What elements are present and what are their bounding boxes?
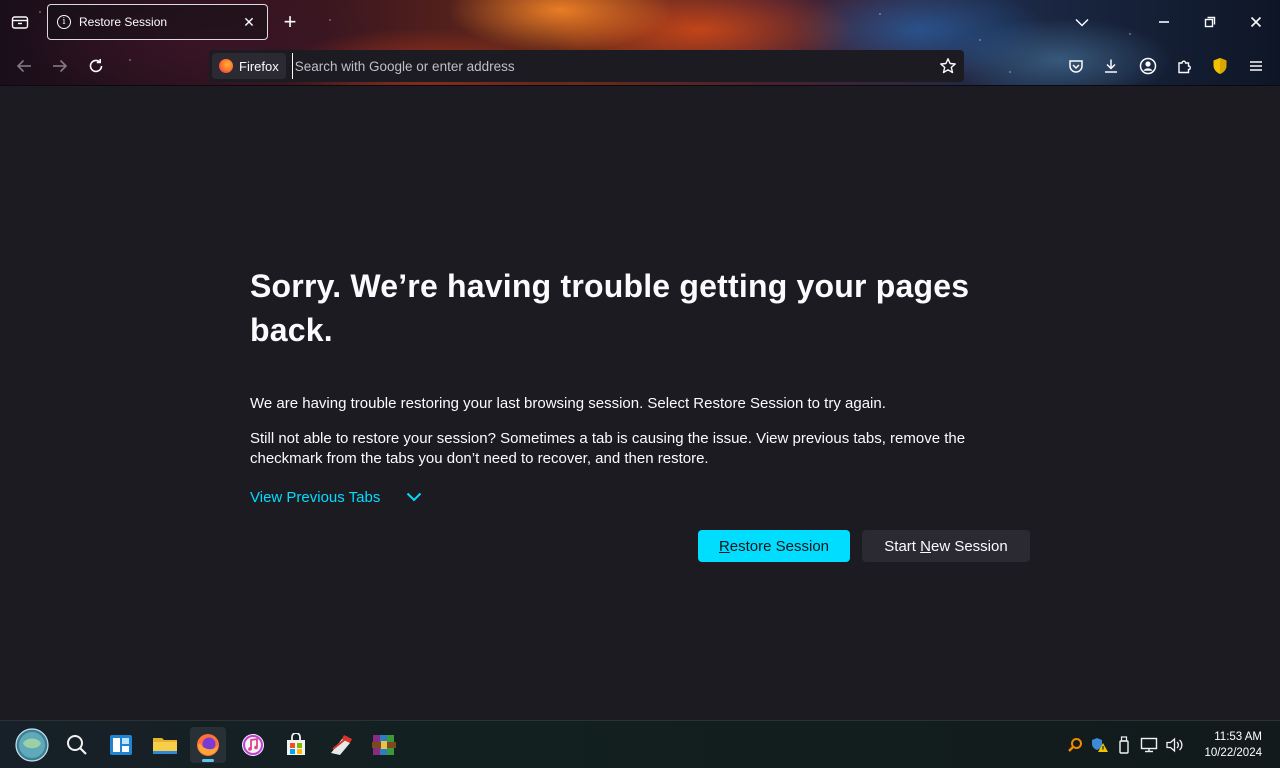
accesskey-n: N: [920, 537, 931, 555]
view-previous-tabs-label: View Previous Tabs: [250, 489, 381, 506]
new-session-label-start: Start: [884, 537, 921, 555]
view-previous-tabs-toggle[interactable]: View Previous Tabs: [250, 489, 1030, 506]
accesskey-r: R: [718, 537, 730, 555]
info-icon: i: [57, 15, 71, 29]
forward-icon[interactable]: [48, 54, 72, 78]
tab-restore-session[interactable]: i Restore Session ✕: [47, 4, 268, 40]
search-icon[interactable]: [59, 727, 95, 763]
pocket-icon[interactable]: [1064, 54, 1088, 78]
identity-label: Firefox: [239, 58, 279, 74]
restore-session-button[interactable]: Restore Session: [698, 530, 850, 562]
firefox-logo-icon: [219, 59, 233, 73]
menu-icon[interactable]: [1244, 54, 1268, 78]
page-title: Sorry. We’re having trouble getting your…: [250, 268, 970, 348]
tab-bar: i Restore Session ✕ +: [0, 0, 1280, 44]
action-buttons: Restore Session Start New Session: [698, 530, 1030, 562]
start-icon[interactable]: [14, 727, 50, 763]
reload-icon[interactable]: [84, 54, 108, 78]
identity-box[interactable]: Firefox: [212, 53, 286, 79]
restore-button-label: estore Session: [729, 537, 830, 555]
browser-chrome: i Restore Session ✕ + Firefox Search wit…: [0, 0, 1280, 86]
itunes-icon[interactable]: [235, 727, 271, 763]
tab-title: Restore Session: [79, 15, 168, 29]
file-explorer-icon[interactable]: [147, 727, 183, 763]
new-session-label-end: ew Session: [930, 537, 1008, 555]
shield-extension-icon[interactable]: [1208, 54, 1232, 78]
new-tab-button[interactable]: +: [278, 9, 302, 34]
clock-date: 10/22/2024: [1204, 747, 1262, 759]
close-window-icon[interactable]: [1244, 10, 1268, 34]
list-all-tabs-icon[interactable]: [1070, 10, 1094, 34]
bookmark-star-icon[interactable]: [932, 50, 964, 82]
usb-device-icon[interactable]: [1112, 736, 1136, 754]
restore-window-icon[interactable]: [1198, 10, 1222, 34]
windows-taskbar: 11:53 AM 10/22/2024: [0, 720, 1280, 768]
taskbar-clock[interactable]: 11:53 AM 10/22/2024: [1204, 729, 1262, 761]
widgets-icon[interactable]: [103, 727, 139, 763]
search-tray-icon[interactable]: [1062, 737, 1088, 753]
winrar-icon[interactable]: [366, 727, 402, 763]
downloads-icon[interactable]: [1099, 54, 1123, 78]
back-icon[interactable]: [12, 54, 36, 78]
tab-close-icon[interactable]: ✕: [241, 14, 257, 31]
url-input[interactable]: [291, 53, 932, 79]
ccleaner-icon[interactable]: [323, 727, 359, 763]
clock-time: 11:53 AM: [1214, 731, 1262, 743]
network-icon[interactable]: [1136, 737, 1162, 753]
store-icon[interactable]: [278, 727, 314, 763]
extensions-icon[interactable]: [1172, 54, 1196, 78]
restore-session-content: Sorry. We’re having trouble getting your…: [250, 264, 1030, 562]
url-bar: Firefox: [209, 50, 964, 82]
restore-help-text: Still not able to restore your session? …: [250, 430, 966, 467]
volume-icon[interactable]: [1162, 737, 1188, 753]
system-tray: [1062, 721, 1188, 768]
nav-bar: Firefox: [0, 48, 1280, 84]
minimize-icon[interactable]: [1152, 10, 1176, 34]
account-icon[interactable]: [1136, 54, 1160, 78]
start-new-session-button[interactable]: Start New Session: [862, 530, 1030, 562]
firefox-view-icon[interactable]: [8, 10, 32, 34]
security-warning-icon[interactable]: [1088, 737, 1112, 753]
firefox-icon[interactable]: [190, 727, 226, 763]
restore-description: We are having trouble restoring your las…: [250, 395, 886, 412]
chevron-down-icon: [406, 489, 422, 506]
